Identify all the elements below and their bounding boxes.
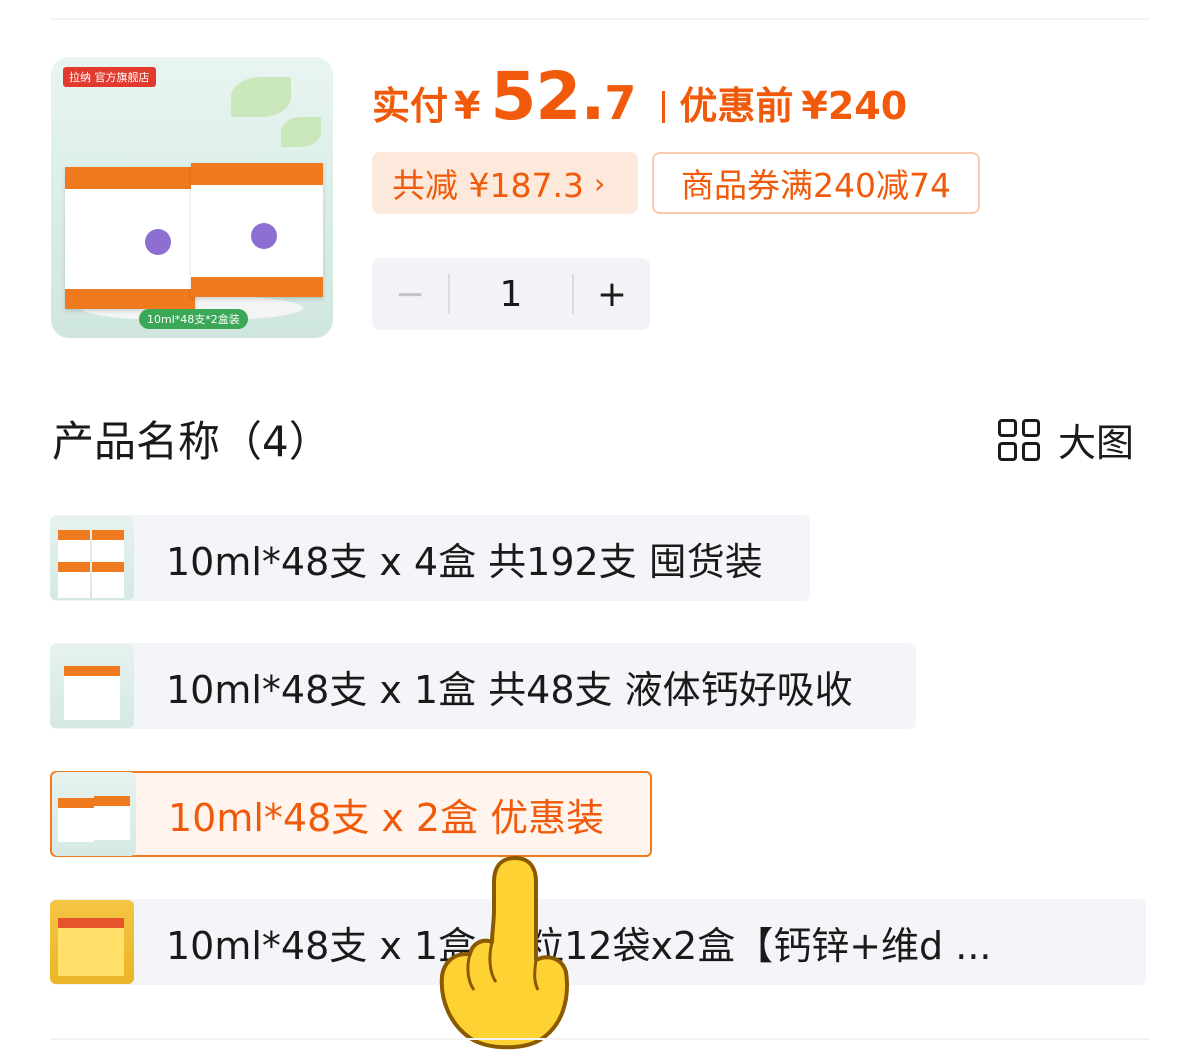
- currency-symbol: ¥: [454, 84, 481, 128]
- product-box-front: [65, 167, 195, 309]
- mascot-icon: [251, 223, 277, 249]
- sku-option-selected[interactable]: 10ml*48支 x 2盒 优惠装: [50, 771, 652, 857]
- original-price-value: ¥240: [801, 84, 908, 128]
- coupon-chip[interactable]: 商品券满240减74: [652, 152, 980, 214]
- leaf-decoration: [231, 77, 291, 117]
- product-thumbnail[interactable]: 拉纳 官方旗舰店 10ml*48支*2盒装: [51, 57, 333, 338]
- total-discount-chip[interactable]: 共减 ¥187.3 ›: [372, 152, 638, 214]
- top-divider: [50, 18, 1150, 20]
- box-stripe: [191, 277, 323, 297]
- product-box-back: [191, 163, 323, 297]
- big-view-toggle[interactable]: 大图: [998, 412, 1134, 467]
- sku-thumbnail-icon: [50, 644, 134, 728]
- sku-thumbnail-icon: [50, 516, 134, 600]
- sku-option-label: 10ml*48支 x 2盒 优惠装: [168, 795, 605, 840]
- big-view-label: 大图: [1058, 421, 1135, 465]
- paid-price-integer: 52.: [490, 58, 605, 135]
- total-discount-label: 共减 ¥187.3: [392, 166, 584, 205]
- sku-option[interactable]: 10ml*48支 x 1盒 共48支 液体钙好吸收: [50, 643, 916, 729]
- sku-option[interactable]: 10ml*48支 x 1盒 颗粒12袋x2盒【钙锌+维d ...: [50, 899, 1146, 985]
- pointing-hand-icon: [439, 856, 569, 1050]
- original-price-label: 优惠前: [679, 84, 794, 128]
- sku-option-label: 10ml*48支 x 1盒 共48支 液体钙好吸收: [166, 667, 853, 712]
- increase-quantity-button[interactable]: +: [574, 274, 650, 315]
- brand-badge: 拉纳 官方旗舰店: [63, 67, 156, 87]
- decrease-quantity-button[interactable]: −: [372, 274, 448, 315]
- sku-thumbnail-icon: [52, 772, 136, 856]
- bottom-divider: [50, 1038, 1150, 1040]
- quantity-value[interactable]: 1: [450, 274, 572, 315]
- product-name-section-title: 产品名称（4）: [52, 417, 331, 466]
- sku-thumbnail-icon: [50, 900, 134, 984]
- box-stripe: [65, 289, 195, 309]
- paid-price-decimal: 7: [604, 76, 637, 130]
- coupon-label: 商品券满240减74: [681, 166, 951, 205]
- sku-option[interactable]: 10ml*48支 x 4盒 共192支 囤货装: [50, 515, 810, 601]
- grid-icon: [998, 418, 1040, 461]
- pack-size-tag: 10ml*48支*2盒装: [139, 309, 248, 329]
- price-row: 实付 ¥ 52. 7 优惠前 ¥240: [372, 58, 907, 138]
- price-separator: [662, 91, 666, 123]
- mascot-icon: [145, 229, 171, 255]
- sku-option-label: 10ml*48支 x 4盒 共192支 囤货装: [166, 539, 763, 584]
- paid-label: 实付: [372, 84, 449, 128]
- chevron-right-icon: ›: [593, 166, 606, 200]
- leaf-decoration: [281, 117, 321, 147]
- quantity-stepper[interactable]: − 1 +: [372, 258, 650, 330]
